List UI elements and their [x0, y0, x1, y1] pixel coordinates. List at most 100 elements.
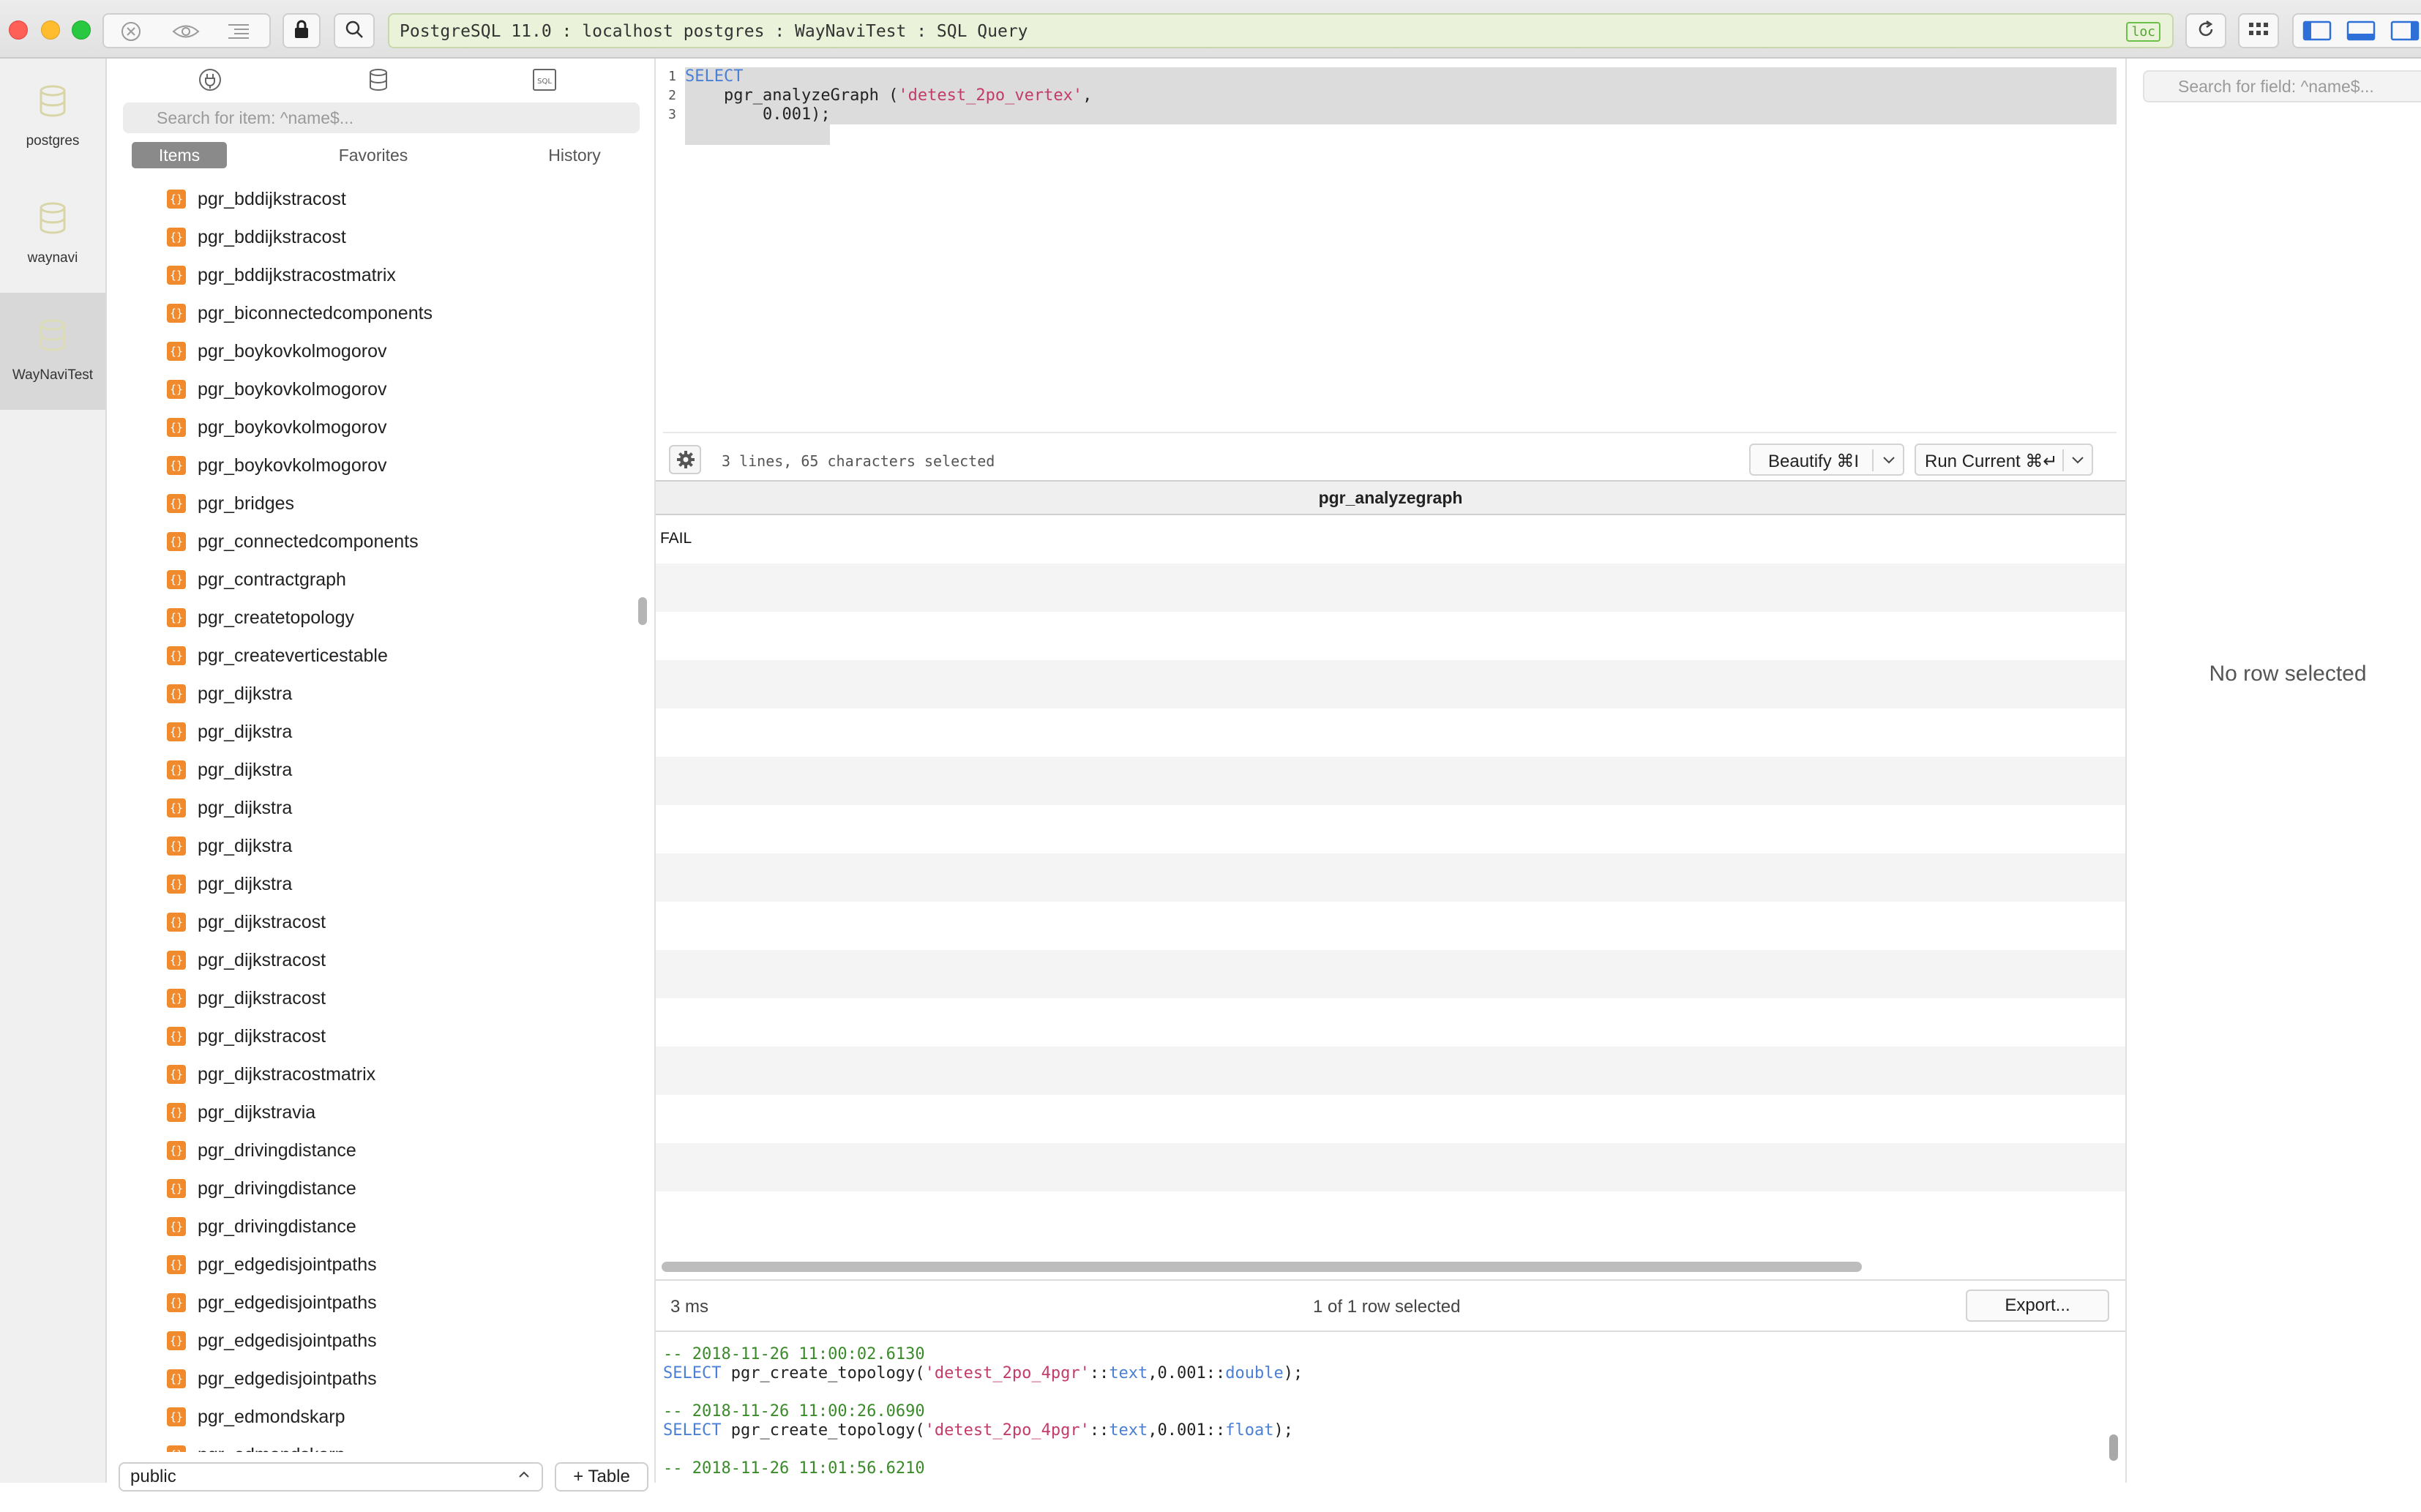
tab-history[interactable]: History: [527, 142, 622, 168]
list-item[interactable]: {} pgr_edgedisjointpaths: [167, 1322, 377, 1360]
export-button[interactable]: Export...: [1966, 1290, 2109, 1322]
field-search-input[interactable]: [2143, 70, 2421, 102]
sql-tab-icon[interactable]: SQL: [531, 67, 558, 96]
schema-value: public: [130, 1467, 176, 1486]
table-row[interactable]: [656, 1095, 2125, 1143]
list-item[interactable]: {} pgr_drivingdistance: [167, 1131, 356, 1169]
format-list-icon[interactable]: [224, 20, 253, 46]
list-item[interactable]: {} pgr_edmondskarp: [167, 1398, 345, 1436]
tab-favorites[interactable]: Favorites: [315, 142, 432, 168]
toggle-right-panel-icon[interactable]: [2390, 20, 2420, 45]
search-button[interactable]: [334, 13, 375, 48]
list-item[interactable]: {} pgr_dijkstracost: [167, 979, 326, 1017]
list-item[interactable]: {} pgr_bddijkstracostmatrix: [167, 256, 396, 294]
list-item[interactable]: {} pgr_drivingdistance: [167, 1169, 356, 1208]
beautify-button[interactable]: Beautify ⌘I: [1768, 451, 1859, 472]
plug-icon[interactable]: [198, 67, 222, 96]
connection-postgres[interactable]: postgres: [0, 59, 105, 176]
database-tab-icon[interactable]: [366, 67, 391, 96]
query-time: 3 ms: [670, 1297, 709, 1317]
history-statement: SELECT pgr_create_topology('detest_2po_4…: [663, 1421, 1293, 1440]
item-search-input[interactable]: [123, 102, 640, 133]
table-row[interactable]: [656, 1191, 2125, 1240]
sql-editor[interactable]: 1 2 3 SELECT pgr_analyzeGraph ('detest_2…: [656, 59, 2125, 480]
grid-view-button[interactable]: [2238, 13, 2279, 48]
code-line-2: pgr_analyzeGraph ('detest_2po_vertex',: [685, 86, 1092, 105]
sidebar-scrollbar[interactable]: [638, 597, 647, 625]
list-item[interactable]: {} pgr_createtopology: [167, 599, 354, 637]
list-item[interactable]: {} pgr_drivingdistance: [167, 1208, 356, 1246]
list-item[interactable]: {} pgr_bddijkstracost: [167, 180, 346, 218]
add-table-button[interactable]: + Table: [555, 1462, 648, 1492]
list-item-label: pgr_dijkstra: [198, 721, 293, 742]
table-row[interactable]: FAIL: [656, 515, 2125, 564]
list-item[interactable]: {} pgr_boykovkolmogorov: [167, 370, 386, 408]
toggle-left-panel-icon[interactable]: [2302, 20, 2332, 45]
list-item[interactable]: {} pgr_boykovkolmogorov: [167, 332, 386, 370]
list-item[interactable]: {} pgr_dijkstracost: [167, 941, 326, 979]
results-footer: 3 ms 1 of 1 row selected Export...: [656, 1279, 2125, 1332]
table-row[interactable]: [656, 1143, 2125, 1191]
chevron-down-icon[interactable]: [2068, 448, 2087, 476]
lock-button[interactable]: [282, 13, 321, 48]
tab-items[interactable]: Items: [132, 142, 227, 168]
table-row[interactable]: [656, 660, 2125, 708]
schema-select[interactable]: public: [119, 1462, 543, 1492]
list-item[interactable]: {} pgr_dijkstra: [167, 789, 292, 827]
toggle-bottom-panel-icon[interactable]: [2346, 20, 2376, 45]
list-item[interactable]: {} pgr_dijkstra: [167, 827, 292, 865]
chevron-down-icon[interactable]: [1879, 448, 1898, 476]
list-item[interactable]: {} pgr_contractgraph: [167, 561, 346, 599]
list-item[interactable]: {} pgr_boykovkolmogorov: [167, 408, 386, 446]
connection-waynavitest[interactable]: WayNaviTest: [0, 293, 105, 410]
table-row[interactable]: [656, 612, 2125, 660]
list-item[interactable]: {} pgr_createverticestable: [167, 637, 388, 675]
list-item[interactable]: {} pgr_dijkstra: [167, 713, 292, 751]
connection-waynavi[interactable]: waynavi: [0, 176, 105, 293]
list-item[interactable]: {} pgr_connectedcomponents: [167, 523, 419, 561]
run-current-button[interactable]: Run Current ⌘↵: [1925, 451, 2058, 472]
function-icon: {}: [167, 798, 186, 817]
table-row[interactable]: [656, 708, 2125, 757]
minimize-window-button[interactable]: [41, 20, 60, 40]
table-row[interactable]: [656, 757, 2125, 805]
stop-icon[interactable]: [120, 20, 142, 46]
list-item[interactable]: {} pgr_dijkstracostmatrix: [167, 1055, 375, 1093]
list-item[interactable]: {} pgr_boykovkolmogorov: [167, 446, 386, 484]
horizontal-scrollbar[interactable]: [662, 1262, 1862, 1272]
table-row[interactable]: [656, 950, 2125, 998]
divider: [1872, 449, 1874, 471]
table-row[interactable]: [656, 998, 2125, 1047]
function-icon: {}: [167, 1407, 186, 1426]
table-row[interactable]: [656, 1047, 2125, 1095]
column-header[interactable]: pgr_analyzegraph: [656, 480, 2125, 515]
table-row[interactable]: [656, 805, 2125, 853]
history-scrollbar[interactable]: [2109, 1434, 2118, 1461]
list-item[interactable]: {} pgr_edgedisjointpaths: [167, 1284, 377, 1322]
list-item[interactable]: {} pgr_bddijkstracost: [167, 218, 346, 256]
line-number: 2: [668, 88, 676, 103]
table-row[interactable]: [656, 564, 2125, 612]
list-item[interactable]: {} pgr_dijkstra: [167, 675, 292, 713]
list-item[interactable]: {} pgr_edgedisjointpaths: [167, 1360, 377, 1398]
list-item[interactable]: {} pgr_biconnectedcomponents: [167, 294, 433, 332]
function-icon: {}: [167, 456, 186, 475]
query-history-log[interactable]: -- 2018-11-26 11:00:02.6130 SELECT pgr_c…: [656, 1332, 2125, 1483]
list-item[interactable]: {} pgr_dijkstracost: [167, 903, 326, 941]
list-item[interactable]: {} pgr_dijkstra: [167, 751, 292, 789]
history-comment: -- 2018-11-26 11:00:26.0690: [663, 1402, 925, 1421]
list-item[interactable]: {} pgr_dijkstra: [167, 865, 292, 903]
list-item[interactable]: {} pgr_bridges: [167, 484, 294, 523]
table-row[interactable]: [656, 853, 2125, 902]
maximize-window-button[interactable]: [72, 20, 91, 40]
table-cell[interactable]: FAIL: [660, 530, 692, 547]
editor-settings-button[interactable]: [669, 445, 701, 474]
item-sidebar: SQL Items Favorites History {} pgr_bddijk…: [107, 59, 656, 1492]
list-item[interactable]: {} pgr_dijkstracost: [167, 1017, 326, 1055]
list-item[interactable]: {} pgr_edgedisjointpaths: [167, 1246, 377, 1284]
close-window-button[interactable]: [9, 20, 28, 40]
list-item[interactable]: {} pgr_dijkstravia: [167, 1093, 315, 1131]
preview-eye-icon[interactable]: [171, 20, 201, 46]
refresh-button[interactable]: [2185, 13, 2226, 48]
table-row[interactable]: [656, 902, 2125, 950]
